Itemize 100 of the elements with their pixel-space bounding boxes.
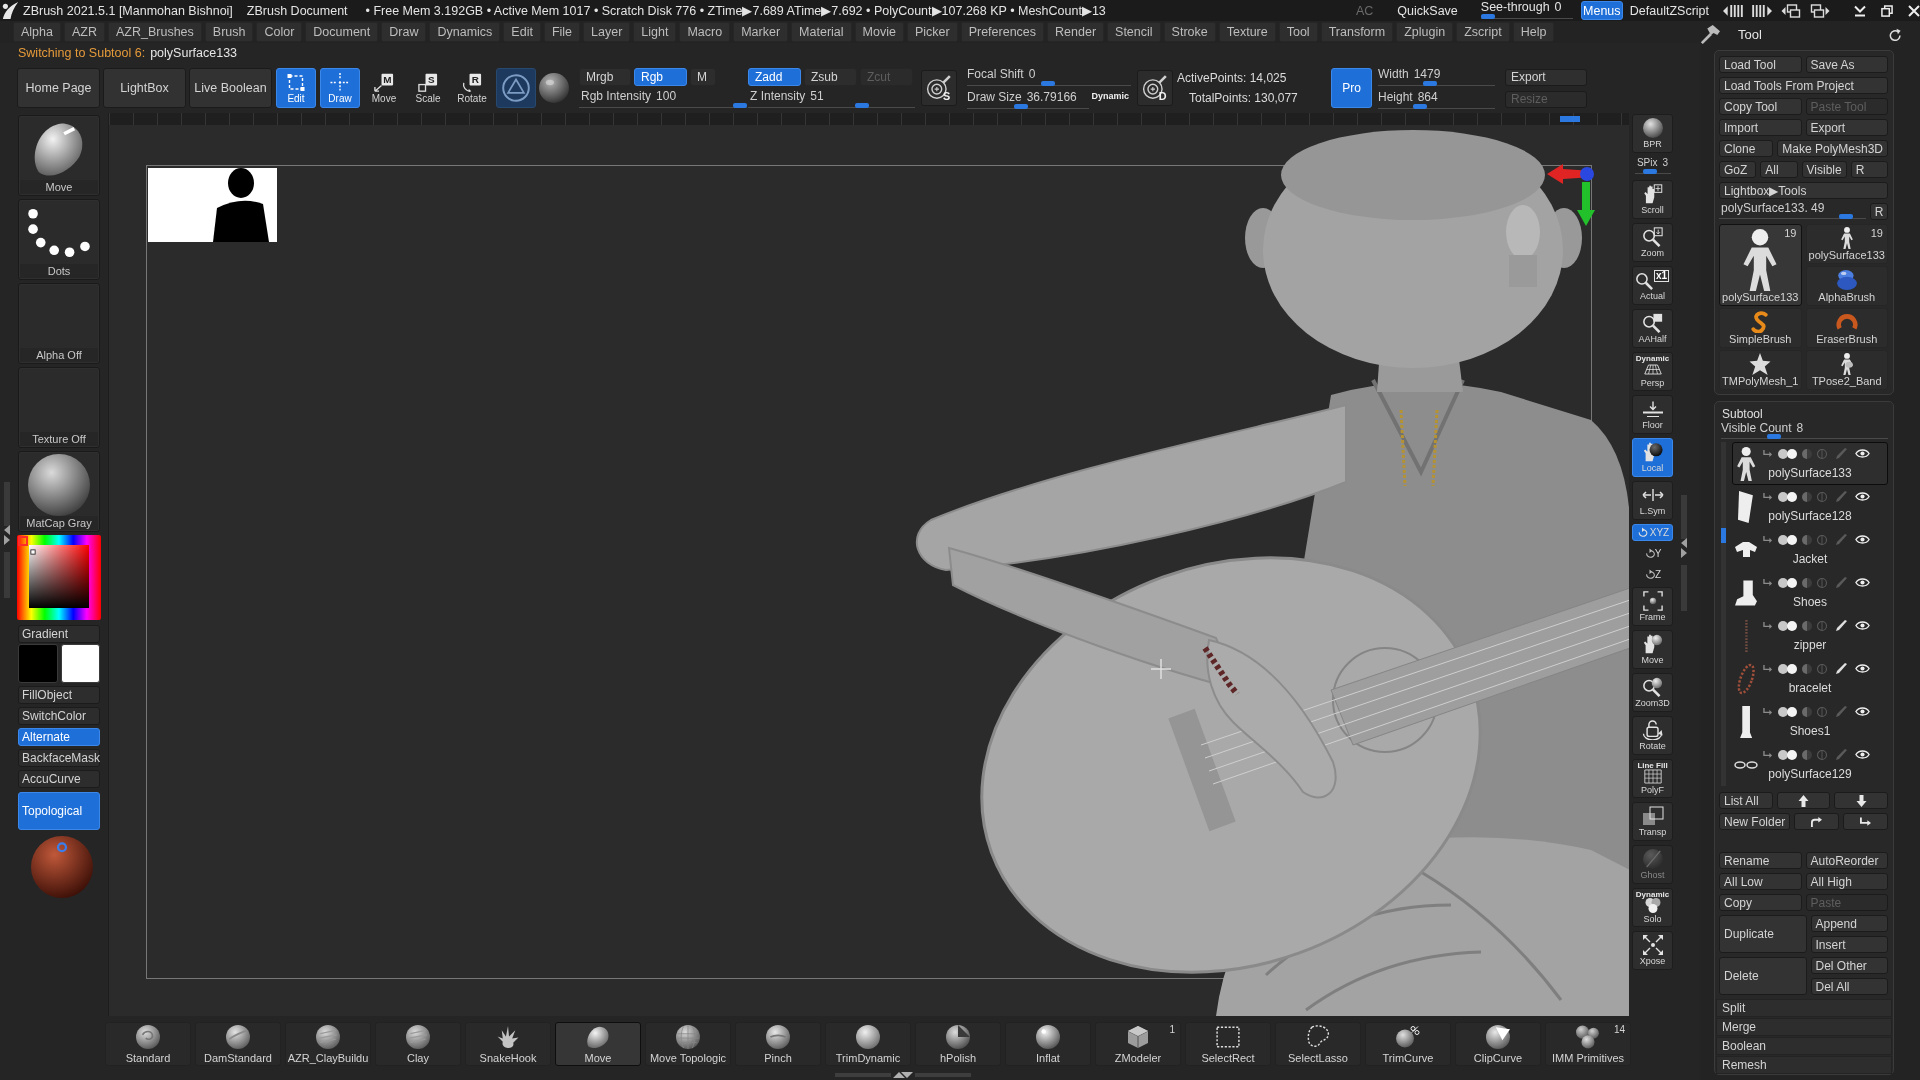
toggle-circles-icon[interactable] <box>1778 663 1797 674</box>
draw-size-slider[interactable]: Draw Size 36.79166 <box>967 90 1090 109</box>
toggle-button[interactable]: SwitchColor <box>18 707 100 725</box>
menu-item[interactable]: AZR_Brushes <box>108 22 202 42</box>
view-button[interactable]: Xpose <box>1632 931 1673 970</box>
brush-icon[interactable] <box>1835 620 1847 631</box>
hook-arrow-icon[interactable] <box>1763 535 1773 544</box>
tray-slot-button[interactable]: Dots <box>18 199 100 280</box>
color-swatch[interactable] <box>60 644 100 683</box>
palette-button[interactable]: Lightbox▶Tools <box>1719 182 1888 199</box>
slider-thumb[interactable] <box>1480 13 1495 19</box>
circular-arrow-icon[interactable] <box>1889 27 1902 41</box>
toggle-circles-icon[interactable] <box>1778 749 1797 760</box>
palette-button[interactable]: Del Other <box>1810 957 1888 974</box>
palette-button[interactable]: GoZ <box>1719 161 1757 178</box>
menus-button[interactable]: Menus <box>1580 1 1623 20</box>
quicksave-button[interactable]: QuickSave <box>1392 1 1463 20</box>
ruler-marker[interactable] <box>1560 116 1580 122</box>
tool-thumbnail[interactable]: 19 polySurface133 <box>1805 224 1888 264</box>
palette-button[interactable]: Save As <box>1805 56 1888 73</box>
focal-shift-slider[interactable]: Focal Shift 0 <box>967 67 1131 86</box>
menu-item[interactable]: Picker <box>906 22 958 42</box>
subpalette-header[interactable]: Remesh <box>1716 1056 1892 1074</box>
palette-button[interactable]: Load Tools From Project <box>1719 77 1888 94</box>
tray-slot-button[interactable]: MatCap Gray <box>18 451 100 532</box>
palette-button[interactable]: Load Tool <box>1719 56 1802 73</box>
tool-thumbnail[interactable]: AlphaBrush <box>1805 266 1888 306</box>
view-button[interactable]: Floor <box>1632 395 1673 434</box>
brush-button[interactable]: DamStandard <box>195 1022 281 1066</box>
eye-icon[interactable] <box>1855 492 1870 501</box>
tray-slot-button[interactable]: Move <box>18 115 100 196</box>
eye-icon[interactable] <box>1855 750 1870 759</box>
half-circle-icon[interactable] <box>1802 663 1812 674</box>
half-circle-icon[interactable] <box>1802 577 1812 588</box>
brush-button[interactable]: Pinch <box>735 1022 821 1066</box>
subtool-row[interactable]: Shoes <box>1732 571 1888 614</box>
slider-thumb[interactable] <box>855 103 870 108</box>
view-button[interactable]: x1 Actual <box>1632 266 1673 305</box>
intensity-slider[interactable]: Rgb Intensity 100 <box>579 89 747 108</box>
brush-button[interactable]: TrimDynamic <box>825 1022 911 1066</box>
eye-icon[interactable] <box>1855 535 1870 544</box>
tool-thumbnail[interactable]: TPose2_Band <box>1805 350 1888 390</box>
brush-button[interactable]: TrimCurve <box>1365 1022 1451 1066</box>
see-through-slider[interactable]: See-through 0 <box>1480 0 1573 21</box>
eye-icon[interactable] <box>1855 578 1870 587</box>
palette-button[interactable]: Delete <box>1719 957 1807 995</box>
arrow-down-button[interactable] <box>1834 792 1888 809</box>
half-circle-icon[interactable] <box>1802 706 1812 717</box>
panel-bars-icon[interactable] <box>1752 4 1772 17</box>
subtool-row[interactable]: zipper <box>1732 614 1888 657</box>
half-circle-icon[interactable] <box>1802 534 1812 545</box>
brush-button[interactable]: SelectRect <box>1185 1022 1271 1066</box>
tool-thumbnail[interactable]: TMPolyMesh_1 <box>1719 350 1802 390</box>
slider-track[interactable] <box>1719 214 1866 219</box>
stacked-windows-icon[interactable] <box>1810 3 1830 18</box>
height-slider[interactable]: Height 864 <box>1378 90 1495 109</box>
toggle-circles-icon[interactable] <box>1778 620 1797 631</box>
restore-icon[interactable] <box>1881 4 1893 17</box>
view-button[interactable]: Line Fill PolyF <box>1632 759 1673 798</box>
mode-button[interactable]: R Rotate <box>452 68 492 108</box>
view-button[interactable]: Scroll <box>1632 180 1673 219</box>
mode-toggle[interactable]: Zadd <box>748 68 801 86</box>
view-button[interactable]: Z <box>1632 566 1673 583</box>
tray-slot-button[interactable]: Texture Off <box>18 367 100 448</box>
view-button[interactable]: Frame <box>1632 587 1673 626</box>
mode-toggle[interactable]: M <box>690 68 716 86</box>
view-button[interactable]: Dynamic Solo <box>1632 888 1673 927</box>
eye-icon[interactable] <box>1855 707 1870 716</box>
mode-toggle[interactable]: Zsub <box>804 68 857 86</box>
toggle-button[interactable]: FillObject <box>18 686 100 704</box>
toggle-circles-icon[interactable] <box>1778 706 1797 717</box>
palette-button[interactable]: Visible <box>1801 161 1847 178</box>
subpalette-header[interactable]: Split <box>1716 999 1892 1017</box>
menu-item[interactable]: Document <box>305 22 379 42</box>
panel-handle-icon[interactable] <box>3 480 11 600</box>
slider-track[interactable] <box>967 81 1131 86</box>
palette-button[interactable]: Rename <box>1719 852 1802 869</box>
subtool-row[interactable]: polySurface129 <box>1732 743 1888 786</box>
brush-icon[interactable] <box>1835 663 1847 674</box>
palette-button[interactable]: Del All <box>1810 978 1888 995</box>
stacked-windows-icon[interactable] <box>1781 3 1801 18</box>
arrow-up-button[interactable] <box>1776 792 1831 809</box>
menu-item[interactable]: AZR <box>64 22 105 42</box>
palette-button[interactable]: Export <box>1805 119 1888 136</box>
slider-track[interactable] <box>579 103 747 108</box>
hook-arrow-icon[interactable] <box>1763 449 1773 458</box>
menu-item[interactable]: Color <box>256 22 303 42</box>
menu-item[interactable]: Transform <box>1320 22 1394 42</box>
panel-bars-icon[interactable] <box>1723 4 1743 17</box>
subtool-row[interactable]: Shoes1 <box>1732 700 1888 743</box>
palette-button[interactable]: All Low <box>1719 873 1802 890</box>
menu-item[interactable]: Texture <box>1218 22 1276 42</box>
gradient-button[interactable]: Gradient <box>18 625 100 643</box>
toggle-button[interactable]: Alternate <box>18 728 100 746</box>
brush-button[interactable]: 14 IMM Primitives <box>1545 1022 1631 1066</box>
width-slider[interactable]: Width 1479 <box>1378 67 1495 86</box>
view-button[interactable]: BPR <box>1632 114 1673 153</box>
slider-track[interactable] <box>967 104 1090 109</box>
menu-item[interactable]: Stencil <box>1107 22 1161 42</box>
palette-button[interactable]: Duplicate <box>1719 915 1807 953</box>
